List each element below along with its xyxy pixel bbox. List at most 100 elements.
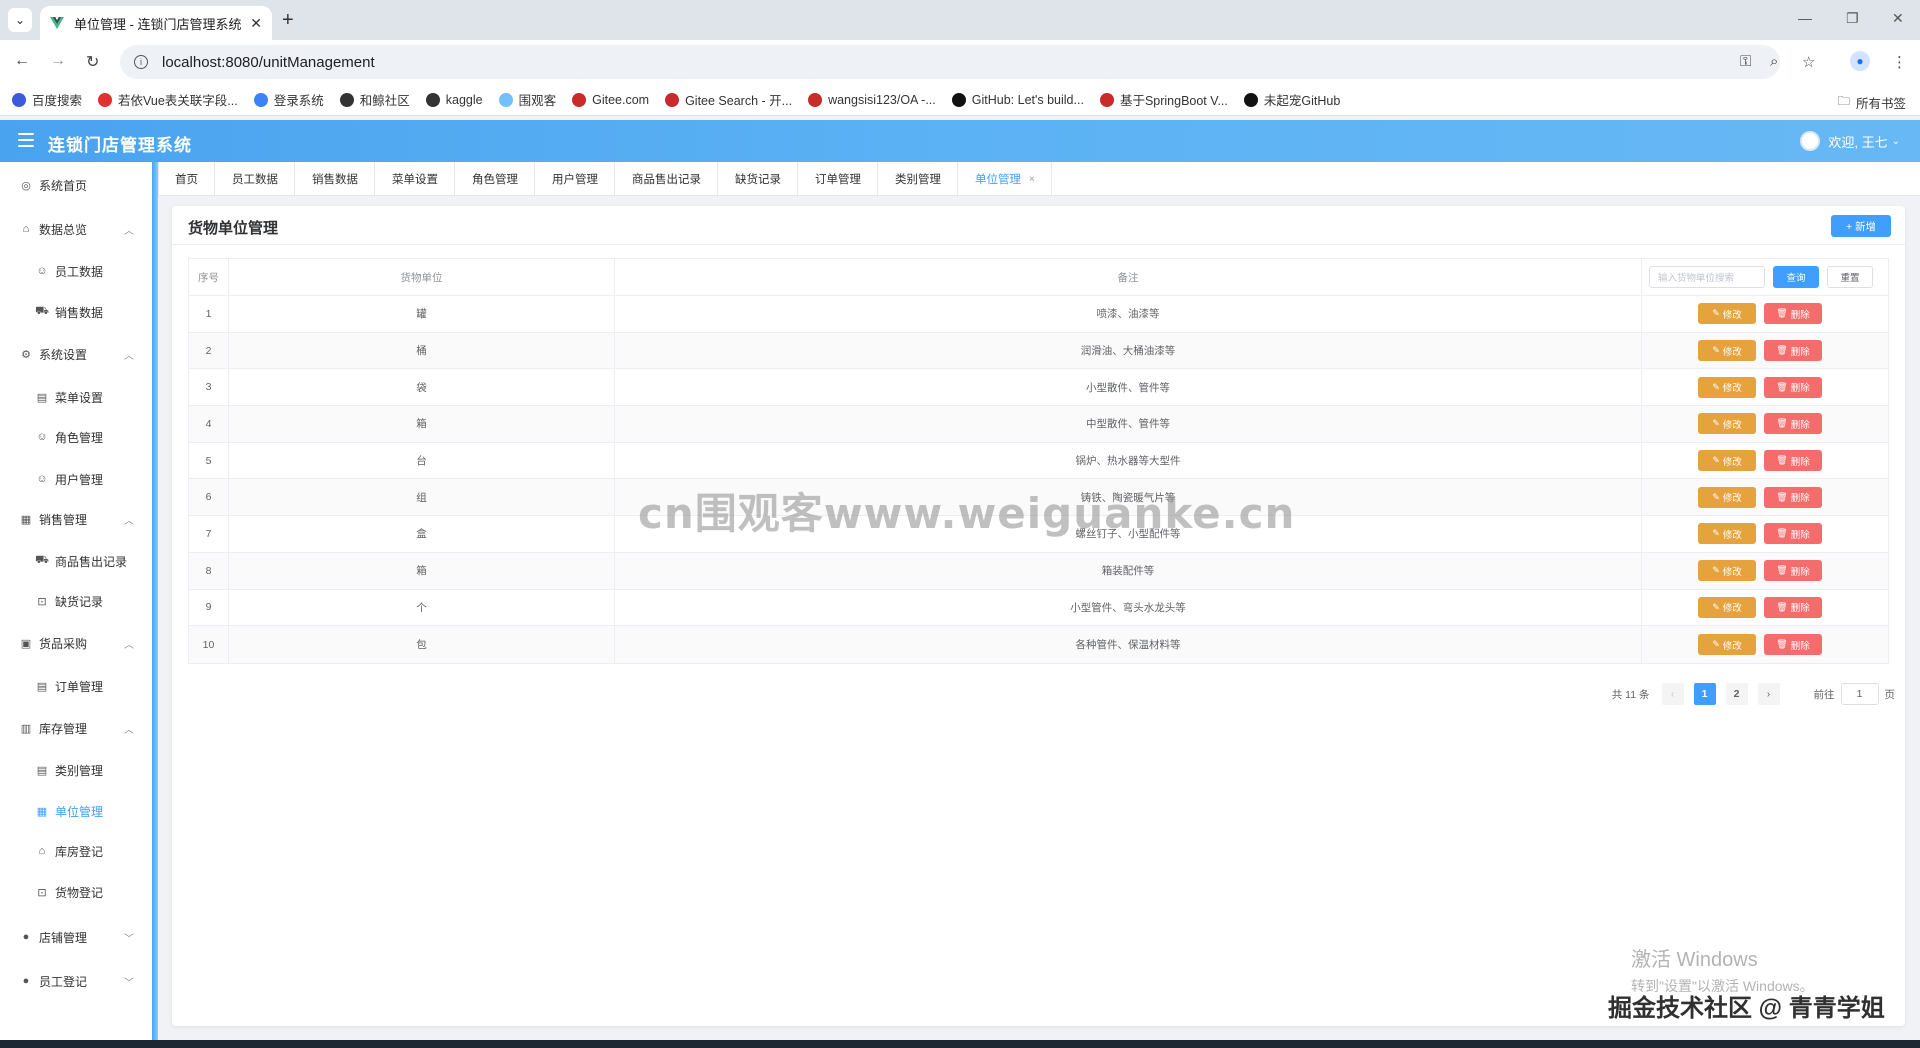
edit-button[interactable]: ✎ 修改 bbox=[1698, 340, 1756, 362]
forward-icon[interactable]: → bbox=[50, 52, 66, 70]
delete-button[interactable]: 🗑 删除 bbox=[1764, 413, 1822, 435]
delete-button[interactable]: 🗑 删除 bbox=[1764, 634, 1822, 656]
bookmark-item[interactable]: 登录系统 bbox=[253, 90, 324, 109]
bookmark-item[interactable]: wangsisi123/OA -... bbox=[808, 92, 936, 107]
avatar[interactable] bbox=[1800, 131, 1821, 151]
sidebar-item[interactable]: ⛟ 销售数据 bbox=[0, 297, 152, 327]
delete-button[interactable]: 🗑 删除 bbox=[1764, 340, 1822, 362]
reset-button[interactable]: 重置 bbox=[1827, 266, 1873, 288]
close-tab-icon[interactable]: × bbox=[1029, 174, 1035, 185]
edit-button[interactable]: ✎ 修改 bbox=[1698, 486, 1756, 508]
tab-home[interactable]: 首页 bbox=[158, 162, 215, 196]
page-1-button[interactable]: 1 bbox=[1693, 683, 1716, 705]
edit-button[interactable]: ✎ 修改 bbox=[1698, 450, 1756, 472]
edit-button[interactable]: ✎ 修改 bbox=[1698, 560, 1756, 582]
zoom-icon[interactable]: ⌕ bbox=[1770, 53, 1778, 70]
delete-button[interactable]: 🗑 删除 bbox=[1764, 486, 1822, 508]
sidebar-item[interactable]: ⌂ 数据总览 ︿ bbox=[0, 214, 152, 244]
password-key-icon[interactable]: ⚿ bbox=[1740, 53, 1751, 70]
sidebar-item[interactable]: ⊡ 缺货记录 bbox=[0, 586, 152, 616]
tab-search-button[interactable]: ⌄ bbox=[8, 8, 32, 32]
search-button[interactable]: 查询 bbox=[1773, 266, 1819, 288]
bookmark-item[interactable]: GitHub: Let's build... bbox=[951, 92, 1084, 107]
delete-button[interactable]: 🗑 删除 bbox=[1764, 560, 1822, 582]
edit-label: 修改 bbox=[1722, 566, 1742, 578]
sidebar-item[interactable]: ▦ 销售管理 ︿ bbox=[0, 504, 152, 534]
sidebar-item[interactable]: ◎ 系统首页 bbox=[0, 170, 152, 200]
delete-button[interactable]: 🗑 删除 bbox=[1764, 596, 1822, 618]
sidebar-item[interactable]: ⌂ 库房登记 bbox=[0, 836, 152, 866]
tab-page[interactable]: 角色管理 bbox=[455, 162, 535, 196]
close-tab-icon[interactable]: ✕ bbox=[250, 15, 262, 32]
tab-page[interactable]: 菜单设置 bbox=[375, 162, 455, 196]
bookmark-item[interactable]: 百度搜索 bbox=[12, 90, 82, 109]
delete-button[interactable]: 🗑 删除 bbox=[1764, 450, 1822, 472]
bookmark-item[interactable]: 若依Vue表关联字段... bbox=[98, 90, 238, 109]
bookmark-item[interactable]: 基于SpringBoot V... bbox=[1099, 90, 1228, 109]
edit-button[interactable]: ✎ 修改 bbox=[1698, 376, 1756, 398]
edit-button[interactable]: ✎ 修改 bbox=[1698, 413, 1756, 435]
sidebar-item[interactable]: ☺ 员工数据 bbox=[0, 256, 152, 286]
menu-toggle-icon[interactable] bbox=[18, 133, 34, 147]
sidebar-item[interactable]: ▣ 货品采购 ︿ bbox=[0, 628, 152, 658]
sidebar-item[interactable]: ▦ 单位管理 bbox=[0, 796, 152, 826]
bookmark-label: 和鲸社区 bbox=[359, 94, 410, 108]
page-2-button[interactable]: 2 bbox=[1725, 683, 1748, 705]
address-bar[interactable]: i localhost:8080/unitManagement bbox=[120, 45, 1780, 79]
edit-button[interactable]: ✎ 修改 bbox=[1698, 634, 1756, 656]
prev-page-icon[interactable]: ‹ bbox=[1661, 683, 1684, 705]
delete-button[interactable]: 🗑 删除 bbox=[1764, 523, 1822, 545]
sidebar-item[interactable]: ▤ 类别管理 bbox=[0, 755, 152, 785]
sidebar-item[interactable]: ☺ 角色管理 bbox=[0, 422, 152, 452]
bookmark-item[interactable]: Gitee.com bbox=[572, 92, 649, 107]
sidebar-item[interactable]: ▤ 菜单设置 bbox=[0, 382, 152, 412]
more-menu-icon[interactable]: ⋮ bbox=[1892, 53, 1907, 71]
sidebar-item[interactable]: ● 员工登记 ﹀ bbox=[0, 966, 152, 996]
bookmark-item[interactable]: kaggle bbox=[425, 92, 483, 107]
edit-button[interactable]: ✎ 修改 bbox=[1698, 596, 1756, 618]
tab-page[interactable]: 缺货记录 bbox=[718, 162, 798, 196]
search-input[interactable]: 输入货物单位搜索 bbox=[1649, 266, 1765, 288]
edit-button[interactable]: ✎ 修改 bbox=[1698, 303, 1756, 325]
bookmark-item[interactable]: 围观客 bbox=[498, 90, 556, 109]
close-window-icon[interactable]: ✕ bbox=[1892, 10, 1904, 27]
tab-page[interactable]: 用户管理 bbox=[535, 162, 615, 196]
next-page-icon[interactable]: › bbox=[1757, 683, 1780, 705]
cell-actions: ✎ 修改 🗑 删除 bbox=[1642, 443, 1888, 479]
tab-page[interactable]: 员工数据 bbox=[215, 162, 295, 196]
user-menu[interactable]: 欢迎, 王七 ⌄ bbox=[1800, 131, 1900, 151]
tab-page[interactable]: 销售数据 bbox=[295, 162, 375, 196]
bookmark-label: Gitee Search - 开... bbox=[685, 94, 793, 108]
sidebar-item-label: 店铺管理 bbox=[39, 930, 88, 945]
sidebar-item[interactable]: ⛟ 商品售出记录 bbox=[0, 546, 152, 576]
minimize-icon[interactable]: — bbox=[1798, 10, 1812, 26]
restore-icon[interactable]: ❐ bbox=[1846, 10, 1859, 27]
reload-icon[interactable]: ↻ bbox=[86, 52, 99, 72]
cell-actions: ✎ 修改 🗑 删除 bbox=[1642, 626, 1888, 663]
add-button[interactable]: + 新增 bbox=[1831, 215, 1891, 237]
sidebar-item[interactable]: ☺ 用户管理 bbox=[0, 464, 152, 494]
tab-page[interactable]: 订单管理 bbox=[798, 162, 878, 196]
sidebar-item[interactable]: ⊡ 货物登记 bbox=[0, 877, 152, 907]
bookmark-item[interactable]: 未起宠GitHub bbox=[1243, 90, 1340, 109]
sidebar-item[interactable]: ▤ 订单管理 bbox=[0, 671, 152, 701]
profile-icon[interactable]: ● bbox=[1850, 51, 1870, 71]
edit-button[interactable]: ✎ 修改 bbox=[1698, 523, 1756, 545]
tab-page[interactable]: 商品售出记录 bbox=[615, 162, 718, 196]
sidebar-item[interactable]: ▥ 库存管理 ︿ bbox=[0, 713, 152, 743]
all-bookmarks-button[interactable]: 🗀 所有书签 bbox=[1837, 92, 1906, 113]
bookmark-star-icon[interactable]: ☆ bbox=[1802, 53, 1815, 71]
tab-page[interactable]: 类别管理 bbox=[878, 162, 958, 196]
delete-button[interactable]: 🗑 删除 bbox=[1764, 376, 1822, 398]
browser-tab[interactable]: 单位管理 - 连锁门店管理系统 ✕ bbox=[40, 6, 272, 40]
site-info-icon[interactable]: i bbox=[134, 55, 148, 69]
sidebar-item[interactable]: ⚙ 系统设置 ︿ bbox=[0, 339, 152, 369]
sidebar-item[interactable]: ● 店铺管理 ﹀ bbox=[0, 922, 152, 952]
tab-page[interactable]: 单位管理 × bbox=[958, 162, 1052, 196]
delete-button[interactable]: 🗑 删除 bbox=[1764, 303, 1822, 325]
new-tab-button[interactable]: + bbox=[282, 9, 294, 32]
bookmark-item[interactable]: 和鲸社区 bbox=[339, 90, 410, 109]
goto-page-input[interactable]: 1 bbox=[1840, 683, 1879, 705]
back-icon[interactable]: ← bbox=[14, 52, 30, 70]
bookmark-item[interactable]: Gitee Search - 开... bbox=[665, 90, 792, 109]
